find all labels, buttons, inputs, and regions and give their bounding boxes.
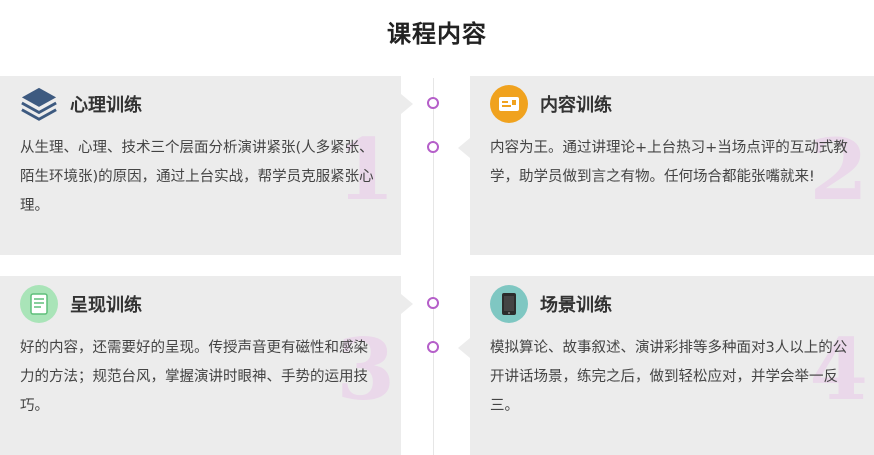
card-pointer (401, 94, 413, 114)
timeline-dot (427, 297, 439, 309)
page-title: 课程内容 (387, 20, 487, 48)
timeline-dot (427, 141, 439, 153)
card-description: 模拟算论、故事叙述、演讲彩排等多种面对3人以上的公开讲话场景，练完之后，做到轻松… (490, 340, 848, 414)
course-card-4: 4 场景训练 模拟算论、故事叙述、演讲彩排等多种面对3人以上的公开讲话场景，练完… (470, 276, 874, 455)
card-title: 场景训练 (540, 295, 612, 316)
card-pointer (458, 338, 470, 358)
card-description: 从生理、心理、技术三个层面分析演讲紧张(人多紧张、陌生环境张)的原因，通过上台实… (20, 140, 374, 214)
card-description: 内容为王。通过讲理论+上台热习+当场点评的互动式教学，助学员做到言之有物。任何场… (490, 140, 848, 185)
tablet-icon (490, 285, 528, 323)
card-description: 好的内容，还需要好的呈现。传授声音更有磁性和感染力的方法；规范台风，掌握演讲时眼… (20, 340, 368, 414)
id-card-icon (490, 85, 528, 123)
card-pointer (401, 294, 413, 314)
notebook-icon (20, 285, 58, 323)
card-title: 心理训练 (70, 95, 142, 116)
timeline-line (433, 78, 434, 455)
course-card-2: 2 内容训练 内容为王。通过讲理论+上台热习+当场点评的互动式教学，助学员做到言… (470, 76, 874, 255)
card-pointer (458, 138, 470, 158)
timeline-dot (427, 341, 439, 353)
course-card-3: 3 呈现训练 好的内容，还需要好的呈现。传授声音更有磁性和感染力的方法；规范台风… (0, 276, 401, 455)
timeline-dot (427, 97, 439, 109)
stack-layers-icon (20, 85, 58, 123)
card-title: 呈现训练 (70, 295, 142, 316)
course-card-1: 1 心理训练 从生理、心理、技术三个层面分析演讲紧张(人多紧张、陌生环境张)的原… (0, 76, 401, 255)
card-title: 内容训练 (540, 95, 612, 116)
